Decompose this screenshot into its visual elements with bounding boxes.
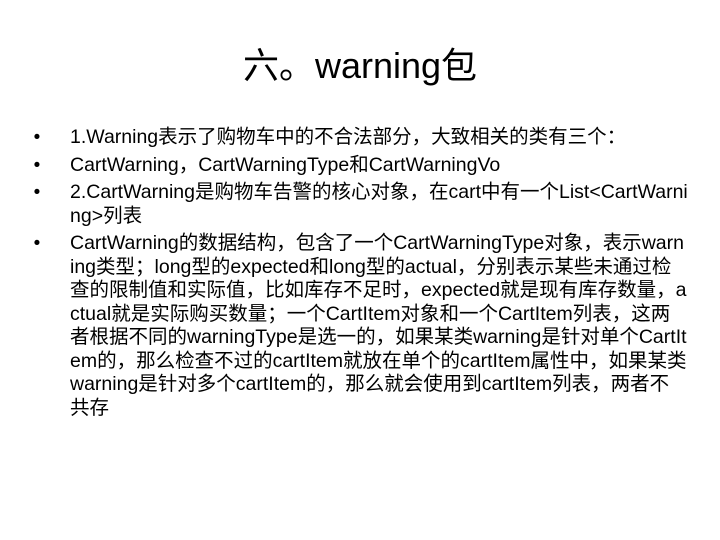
bullet-dot-icon: • [33, 233, 41, 254]
bullet-text-2: CartWarning，CartWarningType和CartWarningV… [70, 153, 501, 176]
bullet-dot-icon: • [33, 154, 41, 176]
slide: 六。warning包 • 1.Warning表示了购物车中的不合法部分，大致相关… [0, 0, 720, 540]
bullet-text-4: CartWarning的数据结构，包含了一个CartWarningType对象，… [70, 232, 687, 419]
bullet-item-1: • 1.Warning表示了购物车中的不合法部分，大致相关的类有三个： [28, 126, 688, 150]
bullet-dot-icon: • [33, 182, 41, 203]
bullet-item-3: • 2.CartWarning是购物车告警的核心对象，在cart中有一个List… [28, 181, 688, 228]
bullet-list: • 1.Warning表示了购物车中的不合法部分，大致相关的类有三个： • Ca… [28, 126, 688, 424]
bullet-text-3: 2.CartWarning是购物车告警的核心对象，在cart中有一个List<C… [70, 181, 688, 227]
bullet-item-4: • CartWarning的数据结构，包含了一个CartWarningType对… [28, 232, 688, 420]
bullet-item-2: • CartWarning，CartWarningType和CartWarnin… [28, 154, 688, 178]
slide-title: 六。warning包 [242, 45, 478, 86]
bullet-text-1: 1.Warning表示了购物车中的不合法部分，大致相关的类有三个： [70, 126, 627, 148]
bullet-dot-icon: • [33, 127, 41, 148]
